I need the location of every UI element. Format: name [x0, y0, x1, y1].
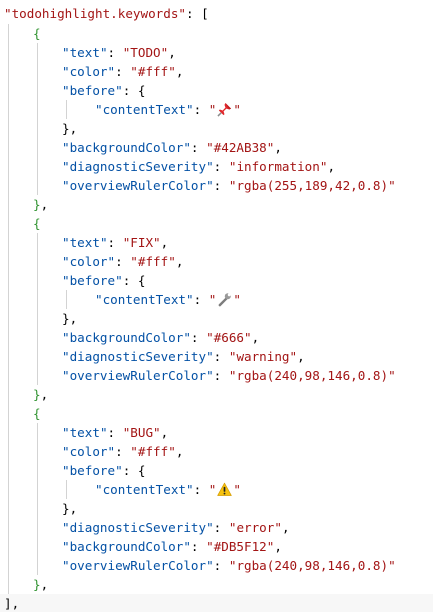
- bracket: [: [201, 6, 209, 21]
- code-line: "text": "TODO",: [62, 45, 176, 60]
- bracket: {: [33, 216, 41, 231]
- wrench-icon: [218, 293, 232, 307]
- indent-guide: [66, 290, 67, 309]
- code-line: },: [33, 387, 49, 402]
- code-line: "overviewRulerColor": "rgba(240,98,146,0…: [62, 558, 396, 573]
- indent-guide: [37, 233, 38, 385]
- indent-guide: [37, 423, 38, 575]
- code-line: },: [62, 501, 78, 516]
- code-line: "text": "BUG",: [62, 425, 169, 440]
- code-line: "overviewRulerColor": "rgba(240,98,146,0…: [62, 368, 396, 383]
- code-line: "color": "#fff",: [62, 254, 184, 269]
- indent-guide: [66, 480, 67, 499]
- code-line: ],: [4, 596, 20, 611]
- code-line: "before": {: [62, 83, 146, 98]
- code-line: "before": {: [62, 273, 146, 288]
- code-line: "todohighlight.keywords": [: [4, 6, 209, 21]
- code-line: "before": {: [62, 463, 146, 478]
- code-line: "contentText": " ": [95, 292, 241, 307]
- pushpin-icon: [217, 102, 232, 117]
- indent-guide: [66, 100, 67, 119]
- json-key: "todohighlight.keywords": [4, 6, 186, 21]
- code-line: "diagnosticSeverity": "error",: [62, 520, 290, 535]
- code-line: "backgroundColor": "#42AB38",: [62, 140, 282, 155]
- code-line: {: [33, 404, 41, 423]
- code-line: "diagnosticSeverity": "warning",: [62, 349, 305, 364]
- bracket: {: [33, 406, 41, 421]
- code-line: },: [62, 311, 78, 326]
- bracket: {: [33, 26, 41, 41]
- code-line: "diagnosticSeverity": "information",: [62, 159, 336, 174]
- indent-guide: [37, 43, 38, 195]
- code-line: "backgroundColor": "#DB5F12",: [62, 539, 282, 554]
- code-line: },: [33, 197, 49, 212]
- current-line-highlight: [0, 594, 433, 612]
- code-line: "contentText": " ": [95, 482, 241, 497]
- code-line: "color": "#fff",: [62, 64, 184, 79]
- code-line: "color": "#fff",: [62, 444, 184, 459]
- code-line: {: [33, 214, 41, 233]
- code-editor[interactable]: "todohighlight.keywords": [ { "text": "T…: [0, 0, 433, 612]
- code-line: },: [33, 577, 49, 592]
- code-line: "backgroundColor": "#666",: [62, 330, 260, 345]
- code-line: {: [33, 24, 41, 43]
- code-line: "overviewRulerColor": "rgba(255,189,42,0…: [62, 178, 396, 193]
- indent-guide: [8, 24, 9, 594]
- code-line: "text": "FIX",: [62, 235, 169, 250]
- code-line: },: [62, 121, 78, 136]
- warning-icon: [217, 482, 233, 496]
- code-line: "contentText": " ": [95, 102, 241, 117]
